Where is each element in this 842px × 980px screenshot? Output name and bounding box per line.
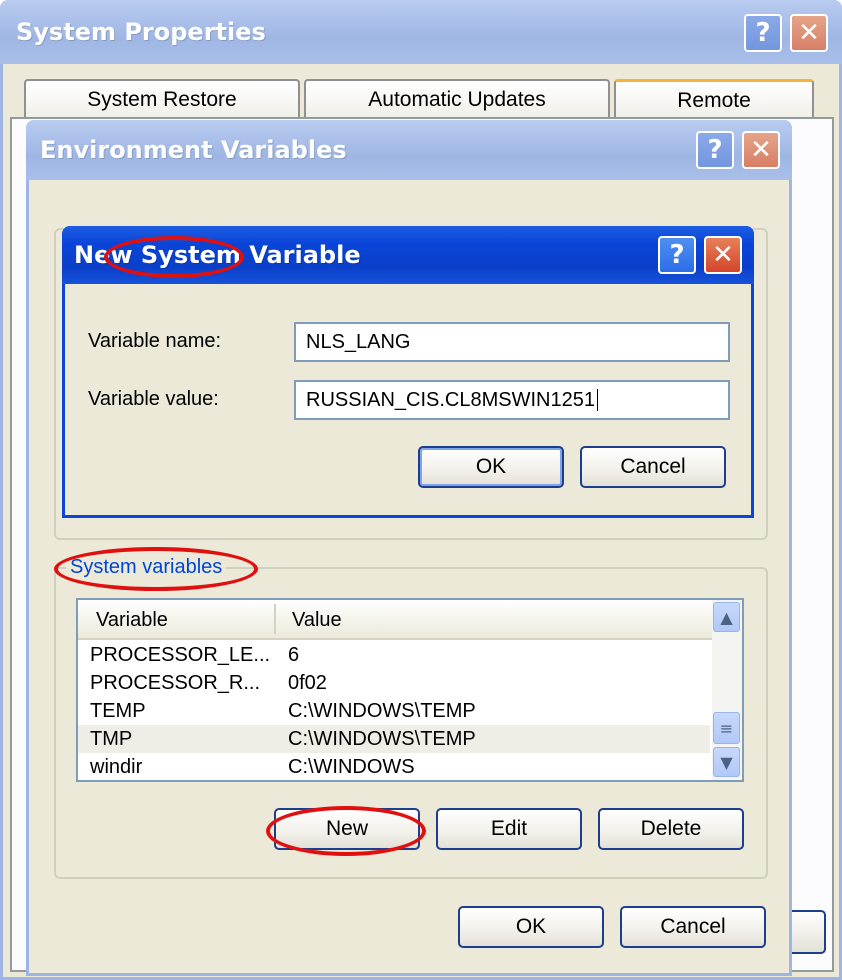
new-system-variable-close-button[interactable]: ✕ [704,236,742,274]
scroll-down-icon[interactable]: ▼ [713,747,740,777]
scroll-thumb[interactable]: ≡ [713,712,740,744]
row-value: C:\WINDOWS [288,756,415,778]
text-caret [596,389,598,411]
tab-system-restore[interactable]: System Restore [24,79,300,119]
variable-name-input[interactable]: NLS_LANG [294,322,730,362]
delete-button[interactable]: Delete [598,808,744,850]
row-variable: windir [90,756,143,778]
environment-variables-close-button[interactable]: ✕ [742,131,780,169]
row-variable: PROCESSOR_LE... [90,644,271,666]
system-properties-help-button[interactable]: ? [744,14,782,52]
variable-value-input[interactable]: RUSSIAN_CIS.CL8MSWIN1251 [294,380,730,420]
column-divider [274,604,276,634]
row-value: C:\WINDOWS\TEMP [288,700,476,722]
list-header: Variable Value [78,600,712,640]
ok-button[interactable]: OK [458,906,604,948]
row-variable: TMP [90,728,133,750]
row-value: 6 [288,644,300,666]
variable-name-value: NLS_LANG [306,330,411,353]
system-properties-titlebar[interactable]: System Properties ? ✕ [0,0,842,64]
new-system-variable-titlebar[interactable]: New System Variable ? ✕ [62,226,754,284]
table-row[interactable]: windir C:\WINDOWS [78,753,710,780]
system-variables-list[interactable]: Variable Value PROCESSOR_LE... 6 PROCESS… [76,598,744,782]
row-value: 0f02 [288,672,327,694]
variable-name-label: Variable name: [88,330,222,352]
environment-variables-help-button[interactable]: ? [696,131,734,169]
system-variables-label: System variables [66,556,227,579]
tab-remote[interactable]: Remote [614,79,814,119]
column-variable[interactable]: Variable [96,609,168,632]
scroll-up-icon[interactable]: ▲ [713,602,740,632]
edit-button[interactable]: Edit [436,808,582,850]
new-system-variable-title: New System Variable [74,241,361,269]
table-row[interactable]: PROCESSOR_R... 0f02 [78,669,710,697]
row-value: C:\WINDOWS\TEMP [288,728,476,750]
system-properties-background-button [790,910,826,954]
new-system-variable-help-button[interactable]: ? [658,236,696,274]
variable-value-value: RUSSIAN_CIS.CL8MSWIN1251 [306,388,595,411]
table-row-selected[interactable]: TMP C:\WINDOWS\TEMP [78,725,710,753]
cancel-button[interactable]: Cancel [620,906,766,948]
new-variable-cancel-button[interactable]: Cancel [580,446,726,488]
tab-automatic-updates[interactable]: Automatic Updates [304,79,610,119]
environment-variables-title: Environment Variables [40,136,347,164]
system-properties-close-button[interactable]: ✕ [790,14,828,52]
list-scrollbar[interactable]: ▲ ≡ ▼ [712,600,742,780]
column-value[interactable]: Value [292,609,342,632]
environment-variables-titlebar[interactable]: Environment Variables ? ✕ [26,120,792,180]
table-row[interactable]: TEMP C:\WINDOWS\TEMP [78,697,710,725]
system-properties-title: System Properties [16,18,266,46]
new-variable-ok-button[interactable]: OK [418,446,564,488]
new-button[interactable]: New [274,808,420,850]
row-variable: TEMP [90,700,146,722]
variable-value-label: Variable value: [88,388,219,410]
row-variable: PROCESSOR_R... [90,672,261,694]
table-row[interactable]: PROCESSOR_LE... 6 [78,641,710,669]
